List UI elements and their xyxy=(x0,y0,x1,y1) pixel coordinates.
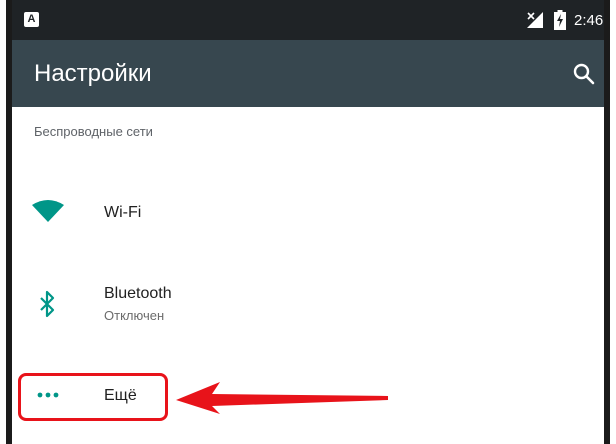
wifi-icon xyxy=(32,200,64,222)
highlight-box xyxy=(18,373,168,421)
section-header-wireless: Беспроводные сети xyxy=(34,124,153,139)
clock: 2:46 xyxy=(574,12,604,29)
page-title: Настройки xyxy=(34,60,152,87)
settings-item-wifi[interactable]: Wi-Fi xyxy=(12,178,604,246)
app-toolbar: Настройки xyxy=(12,40,604,107)
screenshot-frame: A 2:46 Настройки Беспроводные сети Wi-Fi… xyxy=(0,0,616,444)
battery-charging-icon xyxy=(554,10,566,30)
status-bar: A 2:46 xyxy=(12,0,604,40)
search-icon[interactable] xyxy=(572,62,596,86)
settings-item-title: Wi-Fi xyxy=(104,204,142,221)
a-notification-icon: A xyxy=(24,12,39,27)
settings-item-subtitle: Отключен xyxy=(104,308,165,323)
notification-glyph: A xyxy=(27,13,36,25)
red-arrow-left-icon xyxy=(176,382,388,414)
settings-item-bluetooth[interactable]: Bluetooth Отключен xyxy=(12,268,604,338)
no-signal-icon xyxy=(527,12,543,28)
right-bezel xyxy=(604,0,610,444)
bluetooth-icon xyxy=(40,290,55,318)
settings-item-title: Bluetooth xyxy=(104,285,172,302)
